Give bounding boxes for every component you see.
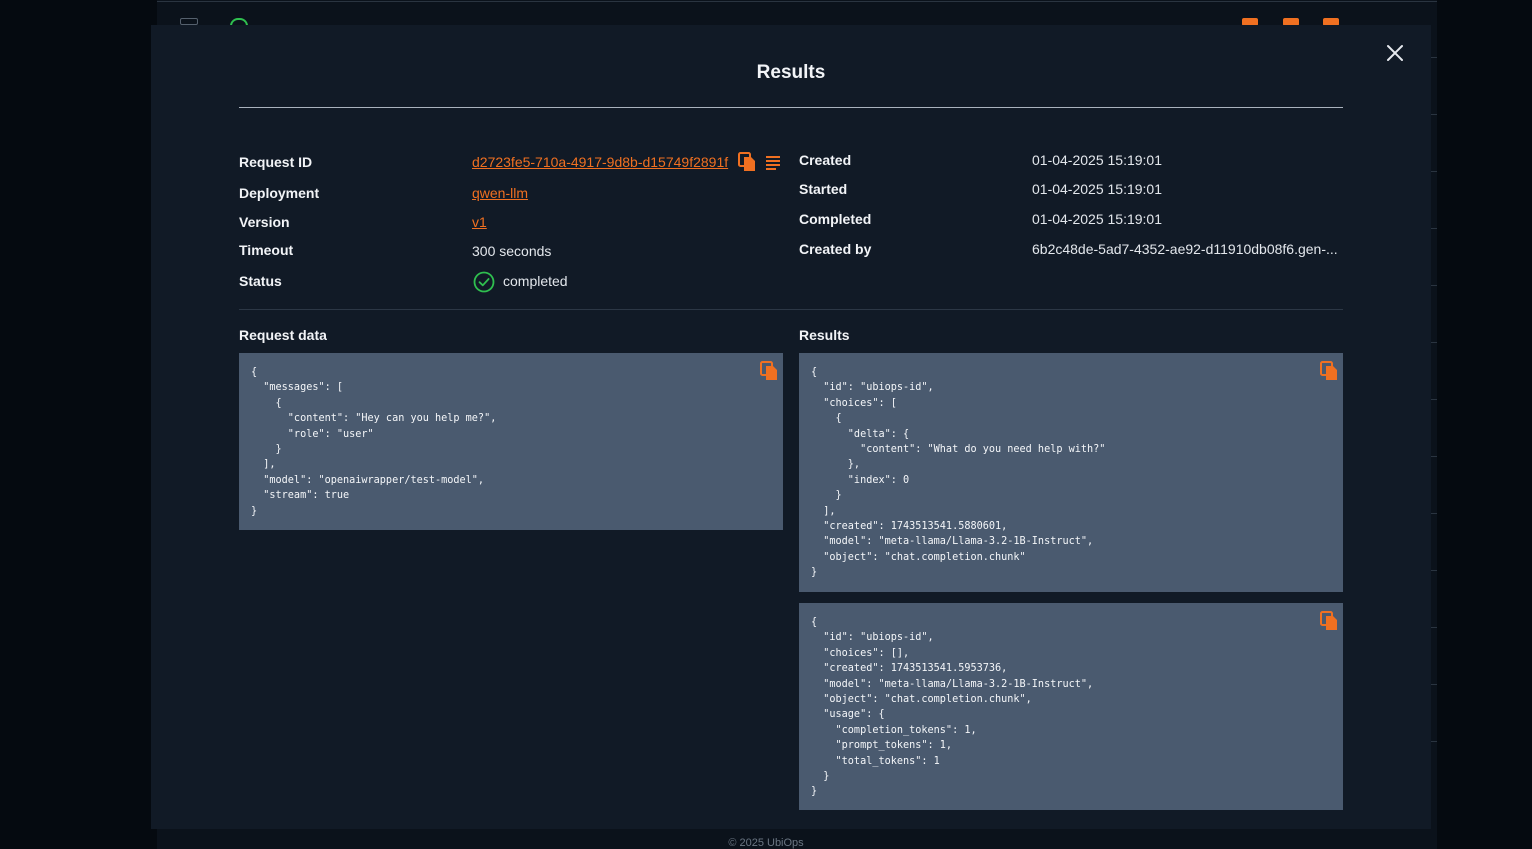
started-label: Started (799, 181, 848, 197)
request-data-heading: Request data (239, 327, 327, 343)
version-link[interactable]: v1 (472, 214, 487, 230)
copy-icon (760, 361, 777, 380)
copy-result-button[interactable] (1320, 611, 1338, 630)
created-value: 01-04-2025 15:19:01 (1032, 152, 1162, 168)
created-by-label: Created by (799, 241, 872, 257)
title-divider (239, 107, 1343, 108)
results-heading: Results (799, 327, 850, 343)
result-box: { "id": "ubiops-id", "choices": [], "cre… (799, 603, 1343, 810)
status-value: completed (503, 273, 568, 289)
view-logs-button[interactable] (765, 154, 781, 170)
details-divider (239, 309, 1343, 310)
copy-icon (1320, 361, 1337, 380)
copy-result-button[interactable] (1320, 361, 1338, 380)
background-checkbox-icon (180, 18, 198, 25)
request-data-code: { "messages": [ { "content": "Hey can yo… (251, 367, 497, 517)
result-code: { "id": "ubiops-id", "choices": [ { "del… (811, 367, 1106, 579)
request-data-box: { "messages": [ { "content": "Hey can yo… (239, 353, 783, 530)
copy-request-data-button[interactable] (760, 361, 778, 380)
footer-copyright: © 2025 UbiOps (728, 837, 804, 849)
background-divider (157, 1, 1437, 2)
check-circle-icon (473, 271, 495, 293)
completed-value: 01-04-2025 15:19:01 (1032, 211, 1162, 227)
timeout-label: Timeout (239, 242, 294, 258)
completed-label: Completed (799, 211, 872, 227)
modal-title: Results (756, 62, 826, 83)
copy-request-id-button[interactable] (738, 152, 756, 172)
result-code: { "id": "ubiops-id", "choices": [], "cre… (811, 617, 1094, 798)
status-label: Status (239, 273, 282, 289)
deployment-link[interactable]: qwen-llm (472, 185, 528, 201)
result-box: { "id": "ubiops-id", "choices": [ { "del… (799, 353, 1343, 592)
timeout-value: 300 seconds (472, 243, 552, 259)
copy-icon (738, 152, 755, 171)
started-value: 01-04-2025 15:19:01 (1032, 181, 1162, 197)
request-id-link[interactable]: d2723fe5-710a-4917-9d8b-d15749f2891f (472, 154, 728, 170)
logs-icon (766, 156, 780, 170)
results-modal: Results Request ID d2723fe5-710a-4917-9d… (151, 25, 1431, 829)
created-by-value: 6b2c48de-5ad7-4352-ae92-d11910db08f6.gen… (1032, 241, 1338, 257)
request-id-label: Request ID (239, 154, 313, 170)
deployment-label: Deployment (239, 185, 320, 201)
created-label: Created (799, 152, 852, 168)
copy-icon (1320, 611, 1337, 630)
version-label: Version (239, 214, 290, 230)
